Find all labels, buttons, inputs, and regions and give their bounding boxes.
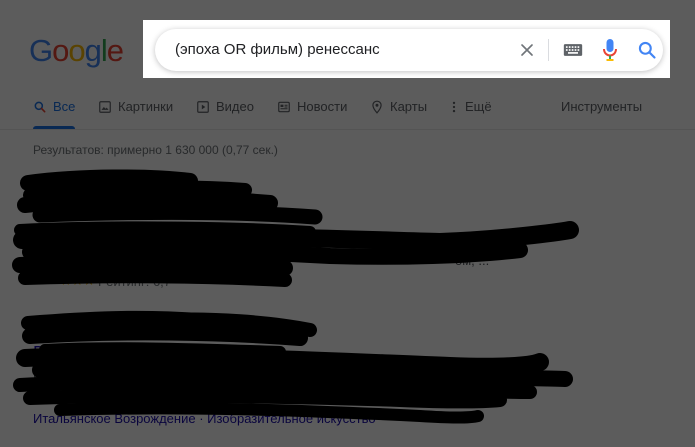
result-1-rating: Рейтинг: 6,7	[98, 274, 172, 289]
search-box[interactable]: (эпоха OR фильм) ренессанс	[155, 29, 663, 71]
result-2-title[interactable]: Возрождение	[33, 343, 145, 364]
tools-label: Инструменты	[561, 99, 643, 114]
scribble-stroke	[23, 180, 252, 202]
scribble-stroke	[23, 388, 507, 409]
search-input[interactable]: (эпоха OR фильм) ренессанс	[175, 41, 380, 58]
tab-label: Все	[53, 99, 76, 114]
scribble-stroke	[32, 204, 323, 225]
tab-video[interactable]: Видео	[196, 99, 254, 129]
search-tabs: Все Картинки Видео Новости Карты Ещё Инс…	[0, 92, 695, 130]
tab-label: Карты	[390, 99, 428, 114]
tab-label: Ещё	[465, 99, 492, 114]
result-stats: Результатов: примерно 1 630 000 (0,77 се…	[33, 143, 278, 157]
logo-letter-o2: o	[68, 33, 85, 68]
result-1-snippet-a: а Волькмана и на	[300, 230, 406, 245]
result-2-url[interactable]: ru.wikipedia.org › wiki › Возр	[130, 318, 295, 333]
tab-label: Картинки	[118, 99, 174, 114]
result-2-snippet: Возрождение (фр. ренессанс (фр. Rena	[33, 370, 275, 385]
tab-all[interactable]: Все	[33, 99, 75, 129]
search-submit-icon[interactable]	[637, 40, 657, 60]
tab-more[interactable]: Ещё	[447, 99, 492, 129]
tab-maps[interactable]: Карты	[370, 99, 427, 129]
tab-label: Видео	[216, 99, 254, 114]
tab-news[interactable]: Новости	[277, 99, 347, 129]
result-1-rating-prefix: неств	[33, 252, 67, 267]
google-logo[interactable]: Google	[29, 33, 124, 69]
more-icon	[452, 101, 456, 113]
image-icon	[99, 101, 111, 113]
scribble-stroke	[22, 324, 308, 346]
logo-letter-g: G	[29, 33, 53, 68]
search-results-page: Google Все Картинки Видео Новости Карты …	[0, 0, 695, 447]
keyboard-icon[interactable]	[563, 42, 583, 58]
scribble-stroke	[17, 190, 278, 213]
tools-button[interactable]: Инструменты	[561, 99, 642, 129]
scribble-stroke	[14, 221, 316, 238]
search-icon	[34, 101, 46, 113]
tab-images[interactable]: Картинки	[98, 99, 173, 129]
search-box-divider	[548, 39, 549, 61]
logo-letter-e: e	[106, 33, 124, 68]
map-pin-icon	[372, 100, 382, 114]
rating-stars: ★★★	[60, 273, 95, 288]
clear-icon[interactable]	[517, 40, 537, 60]
result-2-sublinks[interactable]: Итальянское Возрождение · Изобразительно…	[33, 411, 376, 426]
microphone-icon[interactable]	[601, 38, 619, 62]
scribble-stroke	[13, 221, 579, 251]
tab-label: Новости	[297, 99, 348, 114]
search-highlight: (эпоха OR фильм) ренессанс	[143, 20, 670, 78]
result-1-snippet-b: ом, ...	[455, 253, 490, 268]
scribble-stroke	[20, 169, 198, 191]
scribble-stroke	[22, 242, 528, 265]
tabs-divider	[0, 129, 695, 130]
news-icon	[278, 101, 290, 113]
logo-letter-g2: g	[84, 33, 102, 68]
logo-letter-o1: o	[52, 33, 69, 68]
video-icon	[197, 101, 209, 113]
result-1-title[interactable]: Кі	[200, 203, 214, 224]
